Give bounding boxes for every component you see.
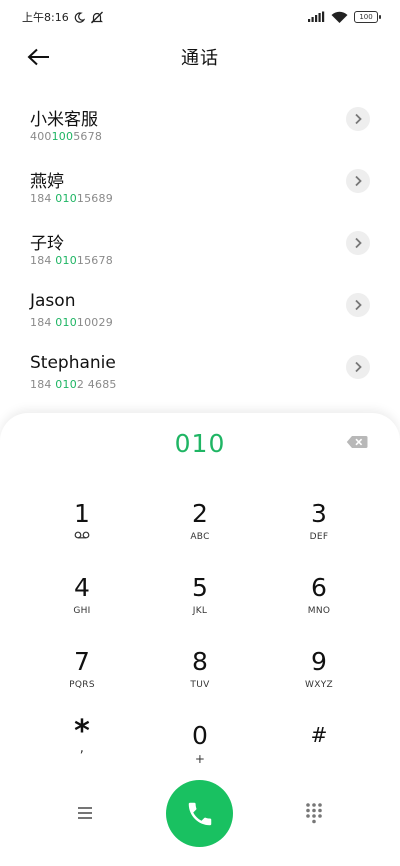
status-bar: 上午8:16 100: [0, 0, 400, 34]
status-time: 上午8:16: [22, 11, 69, 24]
contact-name: Jason: [30, 291, 76, 311]
mute-bell-icon: [90, 11, 104, 24]
key-digit: 0: [192, 721, 208, 750]
key-letters: +: [194, 752, 206, 766]
matched-digits: 010: [55, 316, 77, 329]
voicemail-icon: [74, 531, 90, 539]
bottom-bar: [0, 780, 400, 847]
backspace-icon: [346, 435, 368, 449]
key-letters: DEF: [309, 532, 329, 542]
key-8[interactable]: 8 TUV: [155, 647, 245, 707]
key-1[interactable]: 1: [37, 499, 127, 559]
key-star[interactable]: * ,: [37, 717, 127, 777]
moon-icon: [74, 11, 85, 23]
key-digit: 2: [192, 499, 208, 528]
matched-digits: 010: [55, 254, 77, 267]
arrow-left-icon: [27, 48, 51, 66]
key-hash[interactable]: #: [274, 720, 364, 780]
key-7[interactable]: 7 PQRS: [37, 647, 127, 707]
call-button[interactable]: [166, 780, 233, 847]
key-0[interactable]: 0 +: [155, 721, 245, 781]
contact-detail-button[interactable]: [346, 169, 370, 193]
contact-name: 小米客服: [30, 110, 98, 130]
chevron-right-icon: [354, 299, 362, 311]
key-letters: TUV: [190, 680, 210, 690]
key-4[interactable]: 4 GHI: [37, 573, 127, 633]
key-digit: 4: [74, 573, 90, 602]
back-button[interactable]: [24, 44, 54, 70]
contact-detail-button[interactable]: [346, 293, 370, 317]
matched-digits: 010: [55, 192, 77, 205]
key-digit: 3: [311, 499, 327, 528]
key-letters: PQRS: [69, 680, 95, 690]
matched-digits: 010: [55, 378, 77, 391]
menu-button[interactable]: [72, 802, 98, 824]
chevron-right-icon: [354, 361, 362, 373]
phone-icon: [185, 799, 215, 829]
key-9[interactable]: 9 WXYZ: [274, 647, 364, 707]
dialpad-toggle-button[interactable]: [302, 800, 326, 826]
contact-row[interactable]: 子玲 184 01015678: [0, 217, 400, 279]
contact-number: 184 01015678: [30, 254, 113, 267]
contact-detail-button[interactable]: [346, 231, 370, 255]
key-letters: ,: [79, 741, 85, 756]
status-left: 上午8:16: [22, 9, 104, 25]
contact-detail-button[interactable]: [346, 355, 370, 379]
key-letters: GHI: [73, 606, 91, 616]
contact-row[interactable]: Jason 184 01010029: [0, 279, 400, 341]
key-digit: 1: [74, 499, 90, 528]
contact-detail-button[interactable]: [346, 107, 370, 131]
contact-row[interactable]: 燕婷 184 01015689: [0, 155, 400, 217]
contact-number: 184 01010029: [30, 316, 113, 329]
key-5[interactable]: 5 JKL: [155, 573, 245, 633]
contact-row[interactable]: 小米客服 4001005678: [0, 93, 400, 155]
key-letters: JKL: [192, 606, 208, 616]
key-digit: 7: [74, 647, 90, 676]
menu-icon: [72, 802, 98, 824]
key-digit: 8: [192, 647, 208, 676]
key-digit: 9: [311, 647, 327, 676]
matched-digits: 100: [51, 130, 74, 143]
key-3[interactable]: 3 DEF: [274, 499, 364, 559]
battery-icon: 100: [354, 11, 381, 23]
chevron-right-icon: [354, 237, 362, 249]
key-letters: ABC: [190, 532, 210, 542]
key-letters: WXYZ: [305, 680, 333, 690]
wifi-icon: [331, 11, 348, 24]
contact-row[interactable]: Stephanie 184 0102 4685: [0, 341, 400, 403]
dialpad-grid-icon: [302, 800, 326, 826]
page-title: 通话: [181, 48, 219, 69]
key-6[interactable]: 6 MNO: [274, 573, 364, 633]
key-digit: 6: [311, 573, 327, 602]
key-digit: #: [310, 723, 328, 747]
header: 通话: [0, 34, 400, 80]
chevron-right-icon: [354, 113, 362, 125]
chevron-right-icon: [354, 175, 362, 187]
key-digit: 5: [192, 573, 208, 602]
key-letters: MNO: [307, 606, 331, 616]
contact-number: 184 01015689: [30, 192, 113, 205]
contact-search-results: 小米客服 4001005678 燕婷 184 01015689 子玲 184 0…: [0, 93, 400, 403]
contact-number: 4001005678: [30, 130, 103, 143]
contact-name: 燕婷: [30, 172, 64, 192]
dialed-number-display[interactable]: 010: [0, 429, 400, 458]
backspace-button[interactable]: [346, 435, 368, 451]
signal-icon: [307, 11, 325, 23]
status-right: 100: [307, 11, 381, 24]
contact-name: 子玲: [30, 234, 64, 254]
contact-name: Stephanie: [30, 353, 116, 373]
contact-number: 184 0102 4685: [30, 378, 117, 391]
key-2[interactable]: 2 ABC: [155, 499, 245, 559]
